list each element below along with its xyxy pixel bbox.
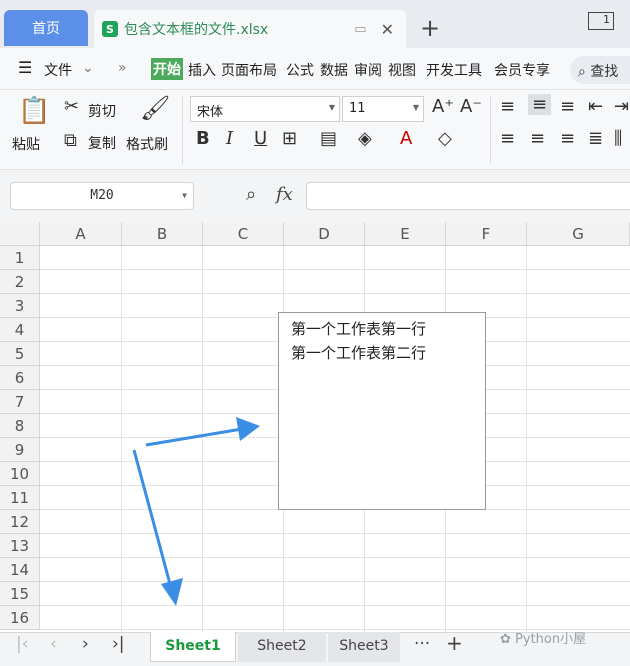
- annotation-arrows: [132, 417, 260, 606]
- last-sheet-icon[interactable]: ›|: [112, 634, 125, 654]
- arrow-to-sheet-tab: [132, 449, 172, 585]
- arrow-head-icon: [161, 578, 183, 606]
- add-sheet-button[interactable]: +: [446, 631, 463, 655]
- wechat-icon: ✿: [500, 632, 516, 647]
- watermark-text: Python小屋: [515, 632, 587, 647]
- prev-sheet-icon[interactable]: ‹: [50, 634, 57, 654]
- arrow-to-textbox: [145, 427, 243, 447]
- arrow-head-icon: [236, 417, 260, 441]
- more-sheets-button[interactable]: ···: [414, 634, 430, 654]
- next-sheet-icon[interactable]: ›: [82, 634, 89, 654]
- sheet-tab-2[interactable]: Sheet2: [238, 632, 326, 662]
- sheet-tab-1[interactable]: Sheet1: [150, 632, 236, 662]
- first-sheet-icon[interactable]: |‹: [16, 634, 29, 654]
- watermark: ✿ Python小屋: [500, 628, 586, 647]
- sheet-tab-3[interactable]: Sheet3: [328, 632, 400, 662]
